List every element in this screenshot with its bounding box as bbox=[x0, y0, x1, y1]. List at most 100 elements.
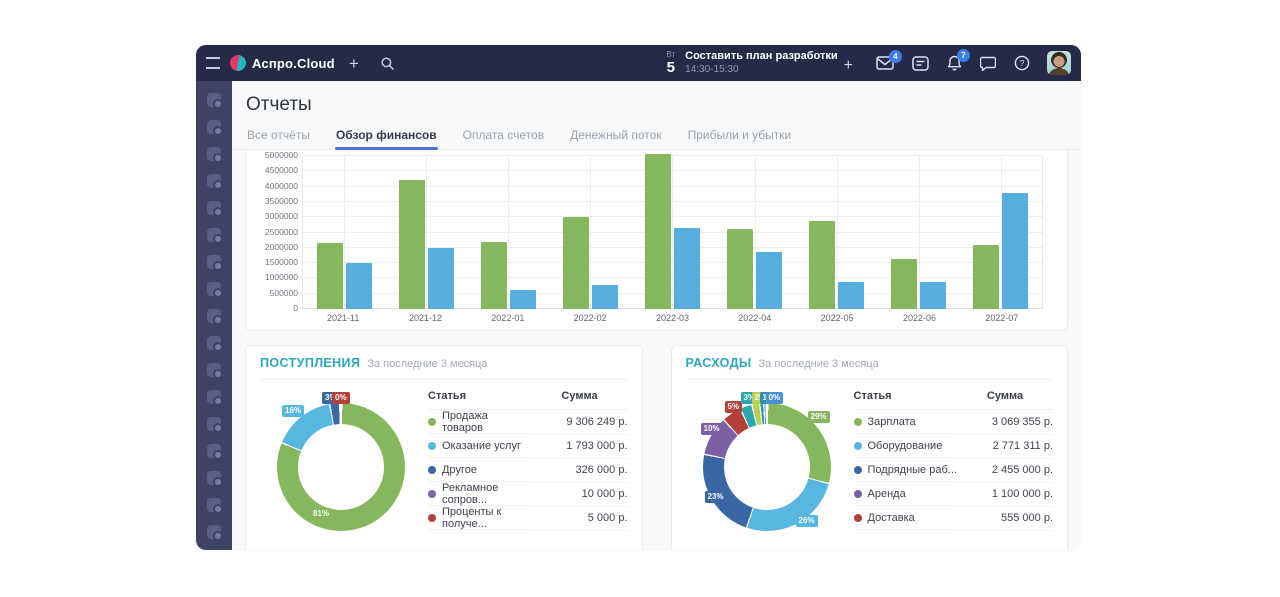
search-icon[interactable] bbox=[380, 56, 395, 71]
bar-group-2022-03 bbox=[631, 156, 713, 309]
blue-bar[interactable] bbox=[1002, 193, 1028, 309]
receipts-donut bbox=[277, 403, 405, 531]
bar-group-2021-12 bbox=[385, 156, 467, 309]
compass-icon[interactable] bbox=[206, 173, 222, 189]
donut-percent-label: 16% bbox=[282, 405, 304, 417]
finance-icon[interactable] bbox=[206, 362, 222, 378]
table-row[interactable]: Оказание услуг1 793 000 р. bbox=[428, 434, 628, 458]
green-bar[interactable] bbox=[563, 217, 589, 309]
blue-bar[interactable] bbox=[756, 252, 782, 309]
tab-item-4[interactable]: Прибыли и убытки bbox=[687, 124, 793, 149]
table-row[interactable]: Зарплата3 069 355 р. bbox=[854, 410, 1054, 435]
row-value: 10 000 р. bbox=[532, 482, 628, 506]
expenses-panel: РАСХОДЫ За последние 3 месяца 29%26%23%1… bbox=[671, 345, 1069, 550]
tab-item-0[interactable]: Все отчёты bbox=[246, 124, 311, 149]
bar-group-2022-05 bbox=[796, 156, 878, 309]
green-bar[interactable] bbox=[399, 180, 425, 309]
green-bar[interactable] bbox=[891, 259, 917, 309]
green-bar[interactable] bbox=[727, 229, 753, 310]
bar-group-2022-04 bbox=[714, 156, 796, 309]
blue-bar[interactable] bbox=[838, 282, 864, 309]
blue-bar[interactable] bbox=[428, 248, 454, 309]
table-row[interactable]: Аренда1 100 000 р. bbox=[854, 482, 1054, 506]
row-value: 2 771 311 р. bbox=[957, 434, 1053, 458]
add-icon[interactable]: + bbox=[349, 55, 359, 72]
row-label: Другое bbox=[442, 464, 477, 476]
users-icon[interactable] bbox=[206, 470, 222, 486]
blue-bar[interactable] bbox=[920, 282, 946, 309]
mail-icon[interactable]: 4 bbox=[876, 56, 894, 70]
donut-percent-label: 23% bbox=[705, 491, 727, 503]
table-row[interactable]: Продажа товаров9 306 249 р. bbox=[428, 410, 628, 435]
calendar-date[interactable]: Вт 5 bbox=[666, 51, 675, 76]
notes-icon[interactable] bbox=[912, 56, 929, 71]
attach-icon[interactable] bbox=[206, 227, 222, 243]
folder-icon[interactable] bbox=[206, 335, 222, 351]
upcoming-event[interactable]: Составить план разработки 14:30-15:30 bbox=[685, 50, 838, 75]
logo[interactable]: Аспро.Cloud bbox=[230, 55, 335, 71]
bell-icon[interactable]: 7 bbox=[947, 55, 962, 71]
chat-icon[interactable] bbox=[980, 56, 996, 71]
menu-icon[interactable] bbox=[206, 57, 220, 69]
expenses-table-body: Зарплата3 069 355 р.Оборудование2 771 31… bbox=[854, 410, 1054, 531]
send-icon[interactable] bbox=[206, 119, 222, 135]
y-axis-tick: 1000000 bbox=[265, 272, 298, 282]
archive-icon[interactable] bbox=[206, 281, 222, 297]
table-row[interactable]: Проценты к получе...5 000 р. bbox=[428, 506, 628, 530]
collapse-icon[interactable] bbox=[206, 524, 222, 540]
bar-group-2021-11 bbox=[303, 156, 385, 309]
funnel-icon[interactable] bbox=[206, 146, 222, 162]
table-row[interactable]: Доставка555 000 р. bbox=[854, 506, 1054, 530]
y-axis-tick: 1500000 bbox=[265, 257, 298, 267]
donut-percent-label: 5% bbox=[725, 401, 743, 413]
expenses-donut-chart[interactable]: 29%26%23%10%5%3%2%1%0% bbox=[692, 392, 842, 542]
contacts-icon[interactable] bbox=[206, 308, 222, 324]
blue-bar[interactable] bbox=[674, 228, 700, 309]
add-event-icon[interactable]: + bbox=[844, 57, 853, 75]
green-bar[interactable] bbox=[973, 245, 999, 309]
row-label: Рекламное сопров... bbox=[442, 482, 532, 506]
column-header-sum: Сумма bbox=[532, 386, 628, 410]
row-value: 3 069 355 р. bbox=[957, 410, 1053, 435]
history-icon[interactable] bbox=[206, 443, 222, 459]
gallery-icon[interactable] bbox=[206, 92, 222, 108]
blue-bar[interactable] bbox=[346, 263, 372, 310]
donut-percent-label: 0% bbox=[766, 392, 784, 404]
mail-badge: 4 bbox=[889, 50, 902, 63]
sidebar bbox=[196, 81, 232, 550]
column-header-item: Статья bbox=[428, 386, 532, 410]
row-label: Проценты к получе... bbox=[442, 506, 532, 530]
table-row[interactable]: Рекламное сопров...10 000 р. bbox=[428, 482, 628, 506]
row-value: 2 455 000 р. bbox=[957, 458, 1053, 482]
bar-group-2022-07 bbox=[960, 156, 1042, 309]
series-color-dot bbox=[428, 466, 436, 474]
y-axis-tick: 5000000 bbox=[265, 150, 298, 160]
layers-icon[interactable] bbox=[206, 416, 222, 432]
tab-item-3[interactable]: Денежный поток bbox=[569, 124, 662, 149]
help-icon[interactable]: ? bbox=[1014, 55, 1030, 71]
blue-bar[interactable] bbox=[510, 290, 536, 309]
green-bar[interactable] bbox=[809, 221, 835, 309]
table-row[interactable]: Другое326 000 р. bbox=[428, 458, 628, 482]
donut-percent-label: 29% bbox=[808, 411, 830, 423]
green-bar[interactable] bbox=[481, 242, 507, 309]
receipts-donut-chart[interactable]: 81%16%3%0% bbox=[266, 392, 416, 542]
tab-item-1[interactable]: Обзор финансов bbox=[335, 124, 438, 149]
expenses-panel-title: РАСХОДЫ bbox=[686, 356, 752, 370]
x-axis-label: 2022-01 bbox=[467, 313, 549, 323]
education-icon[interactable] bbox=[206, 497, 222, 513]
blue-bar[interactable] bbox=[592, 285, 618, 309]
y-axis-tick: 4500000 bbox=[265, 165, 298, 175]
notes-icon[interactable] bbox=[206, 254, 222, 270]
table-row[interactable]: Подрядные раб...2 455 000 р. bbox=[854, 458, 1054, 482]
green-bar[interactable] bbox=[645, 154, 671, 309]
user-avatar[interactable] bbox=[1047, 51, 1071, 75]
expenses-table: Статья Сумма Зарплата3 069 355 р.Оборудо… bbox=[854, 386, 1054, 531]
table-row[interactable]: Оборудование2 771 311 р. bbox=[854, 434, 1054, 458]
tab-item-2[interactable]: Оплата счетов bbox=[462, 124, 545, 149]
donut-percent-label: 81% bbox=[310, 508, 332, 520]
green-bar[interactable] bbox=[317, 243, 343, 309]
documents-icon[interactable] bbox=[206, 389, 222, 405]
team-icon[interactable] bbox=[206, 200, 222, 216]
receipts-panel-title: ПОСТУПЛЕНИЯ bbox=[260, 356, 360, 370]
